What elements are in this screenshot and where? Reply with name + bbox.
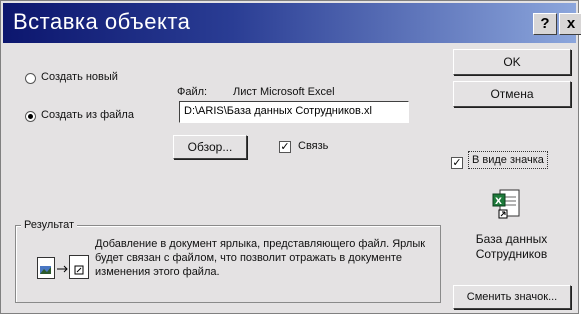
cancel-button[interactable]: Отмена [453, 81, 571, 107]
linked-file-icon [69, 255, 89, 279]
change-icon-button[interactable]: Сменить значок... [453, 285, 571, 309]
close-button[interactable]: x [559, 13, 581, 35]
shortcut-icon [74, 265, 84, 275]
browse-button[interactable]: Обзор... [173, 135, 247, 159]
picture-icon [40, 266, 51, 274]
icon-caption-line2: Сотрудников [475, 247, 548, 261]
as-icon-checkbox[interactable]: ✓ [451, 157, 463, 169]
result-legend: Результат [21, 219, 78, 231]
ok-button[interactable]: OK [453, 49, 571, 75]
create-new-label[interactable]: Создать новый [41, 71, 118, 83]
file-type-text: Лист Microsoft Excel [233, 86, 335, 98]
svg-text:X: X [495, 197, 502, 207]
icon-caption-line1: База данных [475, 232, 548, 246]
help-button[interactable]: ? [533, 13, 557, 35]
title-bar: Вставка объекта ? x [3, 3, 581, 43]
as-icon-label[interactable]: В виде значка [468, 151, 548, 169]
create-from-file-radio[interactable] [25, 111, 36, 122]
document-icon [37, 257, 55, 279]
file-label: Файл: [177, 86, 208, 98]
create-from-file-label[interactable]: Создать из файла [41, 109, 134, 121]
create-new-radio[interactable] [25, 73, 36, 84]
excel-file-icon: X [492, 189, 520, 219]
insert-object-dialog: Вставка объекта ? x Создать новый Создат… [0, 0, 581, 314]
result-description: Добавление в документ ярлыка, представля… [95, 238, 426, 278]
arrow-icon [57, 265, 68, 273]
link-label[interactable]: Связь [298, 140, 328, 152]
window-title: Вставка объекта [13, 9, 191, 34]
icon-caption: База данных Сотрудников [459, 232, 564, 262]
link-checkbox[interactable]: ✓ [279, 141, 291, 153]
file-path-field[interactable]: D:\ARIS\База данных Сотрудников.xl [179, 101, 409, 123]
